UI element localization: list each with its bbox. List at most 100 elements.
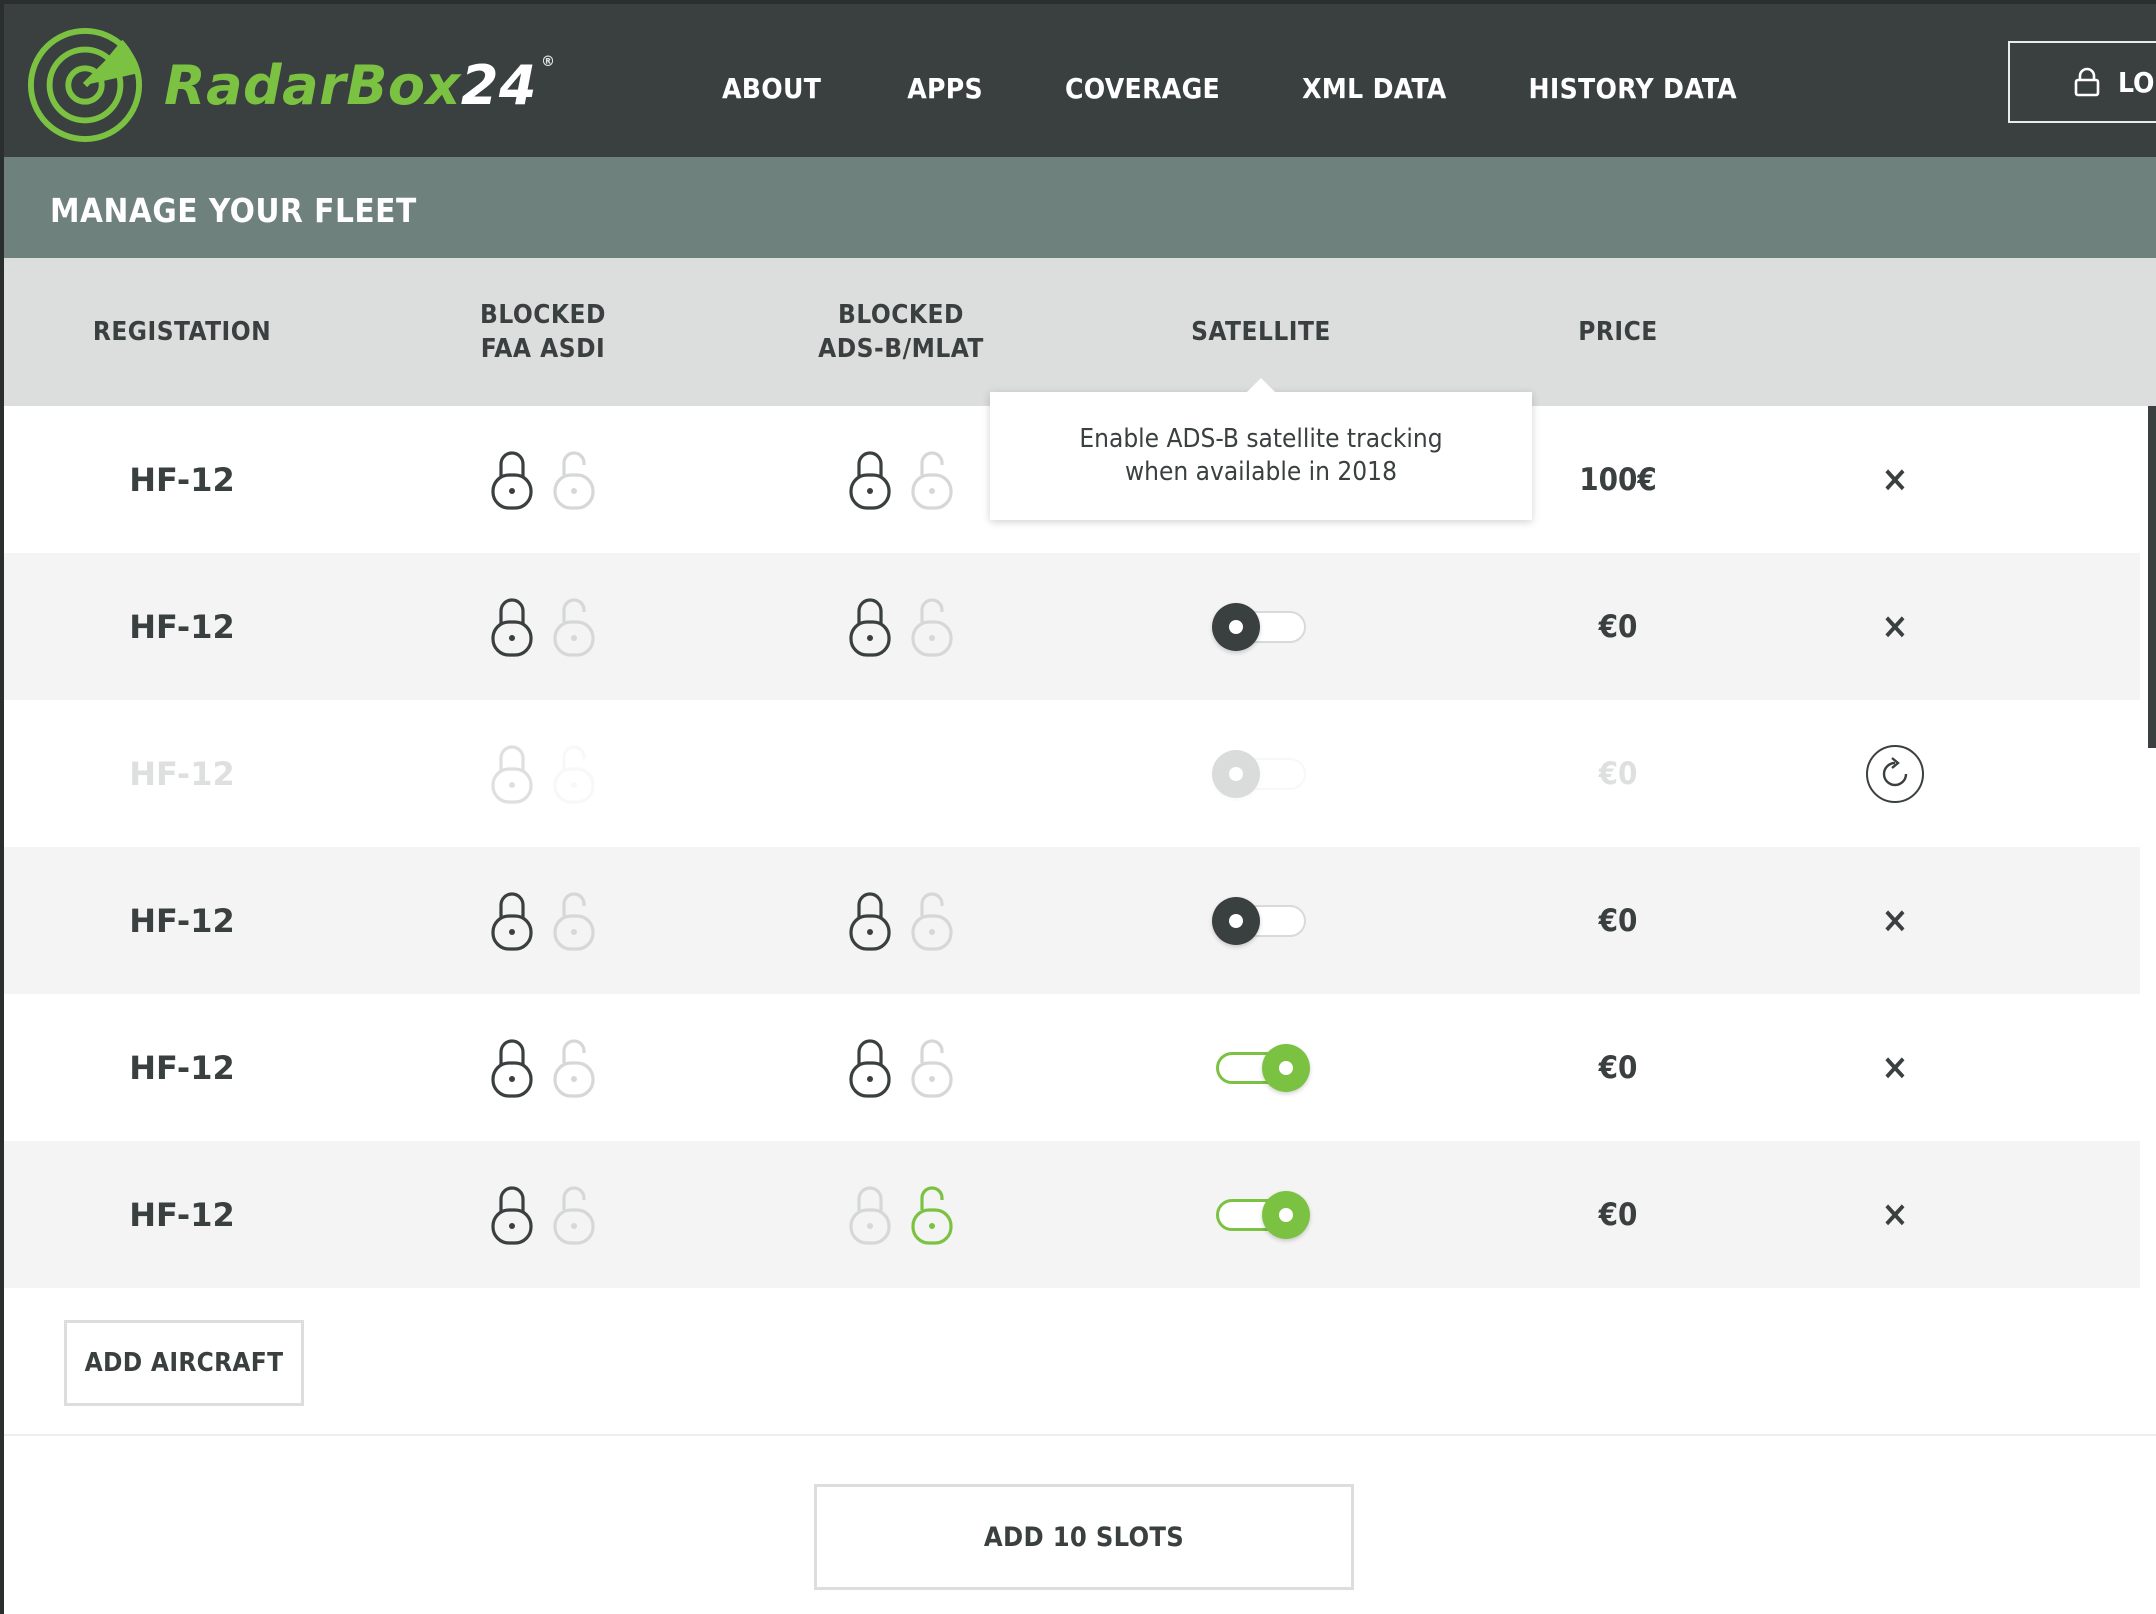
logo-wordmark-number: 24 [460, 53, 537, 117]
adsb-mlat-lock-toggle[interactable] [847, 596, 955, 658]
table-row: HF-12 €0 × [4, 1141, 2140, 1288]
add-aircraft-button[interactable]: ADD AIRCRAFT [64, 1320, 304, 1406]
nav-about[interactable]: ABOUT [722, 72, 821, 105]
price-cell: €0 [1598, 902, 1638, 939]
adsb-mlat-lock-toggle[interactable] [847, 890, 955, 952]
faa-asdi-unlocked-inactive-icon[interactable] [551, 449, 597, 511]
radarbox-logo[interactable]: RadarBox24 ® [26, 24, 556, 146]
satellite-toggle[interactable] [1212, 749, 1310, 798]
adsb-mlat-lock-toggle[interactable] [847, 1037, 955, 1099]
fleet-manager-page: RadarBox24 ® ABOUT APPS COVERAGE XML DATA… [4, 4, 2156, 1614]
registration-cell: HF-12 [129, 460, 235, 499]
faa-asdi-lock-toggle[interactable] [489, 1037, 597, 1099]
column-header-blocked-adsb-line1: BLOCKED [838, 300, 964, 330]
adsb-mlat-unlocked-inactive-icon[interactable] [909, 890, 955, 952]
remove-row-icon[interactable]: × [1881, 1047, 1908, 1088]
page-title: MANAGE YOUR FLEET [50, 191, 417, 230]
registration-cell: HF-12 [129, 901, 235, 940]
faa-asdi-unlocked-inactive-icon[interactable] [551, 1184, 597, 1246]
faa-asdi-lock-toggle[interactable] [489, 1184, 597, 1246]
lock-icon [2074, 67, 2100, 97]
column-header-blocked-faa: BLOCKED FAA ASDI [480, 258, 606, 406]
scrollbar[interactable] [2148, 406, 2156, 748]
column-header-registration-label: REGISTATION [92, 317, 272, 347]
faa-asdi-lock-toggle[interactable] [489, 890, 597, 952]
satellite-tooltip-line2: when available in 2018 [1125, 457, 1397, 487]
price-cell: €0 [1598, 608, 1638, 645]
logo-wordmark-main: RadarBox [164, 53, 461, 117]
column-header-blocked-faa-line2: FAA ASDI [480, 334, 606, 364]
section-header: MANAGE YOUR FLEET [4, 157, 2156, 258]
adsb-mlat-locked-inactive-icon[interactable] [847, 1184, 893, 1246]
column-header-blocked-faa-line1: BLOCKED [480, 300, 606, 330]
faa-asdi-locked-icon[interactable] [489, 1037, 535, 1099]
adsb-mlat-unlocked-inactive-icon[interactable] [909, 1037, 955, 1099]
column-header-satellite-label: SATELLITE [1191, 317, 1331, 347]
column-header-registration: REGISTATION [93, 258, 271, 406]
price-cell: 100€ [1579, 461, 1657, 498]
faa-asdi-lock-toggle[interactable] [489, 743, 597, 805]
faa-asdi-unlocked-inactive-icon[interactable] [551, 890, 597, 952]
fleet-table-header: REGISTATION BLOCKED FAA ASDI BLOCKED ADS… [4, 258, 2156, 406]
column-header-blocked-adsb-line2: ADS-B/MLAT [818, 334, 984, 364]
satellite-toggle[interactable] [1212, 1190, 1310, 1239]
add-slots-button[interactable]: ADD 10 SLOTS [814, 1484, 1354, 1590]
registration-cell: HF-12 [129, 1048, 235, 1087]
adsb-mlat-lock-toggle[interactable] [847, 1184, 955, 1246]
nav-apps[interactable]: APPS [907, 72, 983, 105]
faa-asdi-locked-icon[interactable] [489, 1184, 535, 1246]
restore-row-button[interactable] [1866, 744, 1924, 803]
faa-asdi-lock-toggle[interactable] [489, 449, 597, 511]
remove-row-icon[interactable]: × [1881, 606, 1908, 647]
satellite-toggle[interactable] [1212, 896, 1310, 945]
faa-asdi-locked-icon[interactable] [489, 449, 535, 511]
registration-cell: HF-12 [129, 1195, 235, 1234]
logo-registered-mark: ® [541, 53, 556, 70]
faa-asdi-unlocked-inactive-icon[interactable] [551, 1037, 597, 1099]
remove-row-icon[interactable]: × [1881, 459, 1908, 500]
faa-asdi-locked-icon[interactable] [489, 596, 535, 658]
nav-xml-data[interactable]: XML DATA [1302, 72, 1446, 105]
price-cell: €0 [1598, 1049, 1638, 1086]
satellite-toggle[interactable] [1212, 1043, 1310, 1092]
table-row: HF-12 €0 × [4, 847, 2140, 994]
login-label: LO [2118, 65, 2155, 99]
adsb-mlat-lock-toggle[interactable] [847, 449, 955, 511]
divider [4, 1434, 2156, 1436]
faa-asdi-unlocked-inactive-icon[interactable] [551, 743, 597, 805]
adsb-mlat-unlocked-icon[interactable] [909, 1184, 955, 1246]
adsb-mlat-locked-icon[interactable] [847, 449, 893, 511]
adsb-mlat-locked-icon[interactable] [847, 890, 893, 952]
adsb-mlat-locked-icon[interactable] [847, 1037, 893, 1099]
remove-row-icon[interactable]: × [1881, 1194, 1908, 1235]
price-cell: €0 [1598, 1196, 1638, 1233]
refresh-icon [1882, 756, 1908, 786]
adsb-mlat-locked-icon[interactable] [847, 596, 893, 658]
faa-asdi-locked-icon[interactable] [489, 743, 535, 805]
column-header-price: PRICE [1578, 258, 1658, 406]
nav-coverage[interactable]: COVERAGE [1065, 72, 1220, 105]
nav-history-data[interactable]: HISTORY DATA [1529, 72, 1737, 105]
faa-asdi-locked-icon[interactable] [489, 890, 535, 952]
remove-row-icon[interactable]: × [1881, 900, 1908, 941]
satellite-toggle[interactable] [1212, 602, 1310, 651]
registration-cell: HF-12 [129, 607, 235, 646]
registration-cell: HF-12 [129, 754, 235, 793]
main-nav: ABOUT APPS COVERAGE XML DATA HISTORY DAT… [722, 72, 1819, 105]
adsb-mlat-unlocked-inactive-icon[interactable] [909, 596, 955, 658]
satellite-tooltip: Enable ADS-B satellite tracking when ava… [990, 378, 1532, 520]
login-button[interactable]: LO [2008, 41, 2156, 123]
column-header-blocked-adsb: BLOCKED ADS-B/MLAT [818, 258, 984, 406]
table-row: HF-12 €0 × [4, 553, 2140, 700]
price-cell: €0 [1598, 755, 1638, 792]
table-row: HF-12 €0 [4, 700, 2140, 847]
satellite-tooltip-line1: Enable ADS-B satellite tracking [1079, 424, 1443, 454]
adsb-mlat-unlocked-inactive-icon[interactable] [909, 449, 955, 511]
column-header-price-label: PRICE [1578, 317, 1658, 347]
radar-logo-icon [27, 27, 143, 143]
logo-wordmark: RadarBox24 ® [164, 54, 556, 117]
table-row: HF-12 €0 × [4, 994, 2140, 1141]
faa-asdi-lock-toggle[interactable] [489, 596, 597, 658]
top-navigation-bar: RadarBox24 ® ABOUT APPS COVERAGE XML DATA… [4, 4, 2156, 157]
faa-asdi-unlocked-inactive-icon[interactable] [551, 596, 597, 658]
